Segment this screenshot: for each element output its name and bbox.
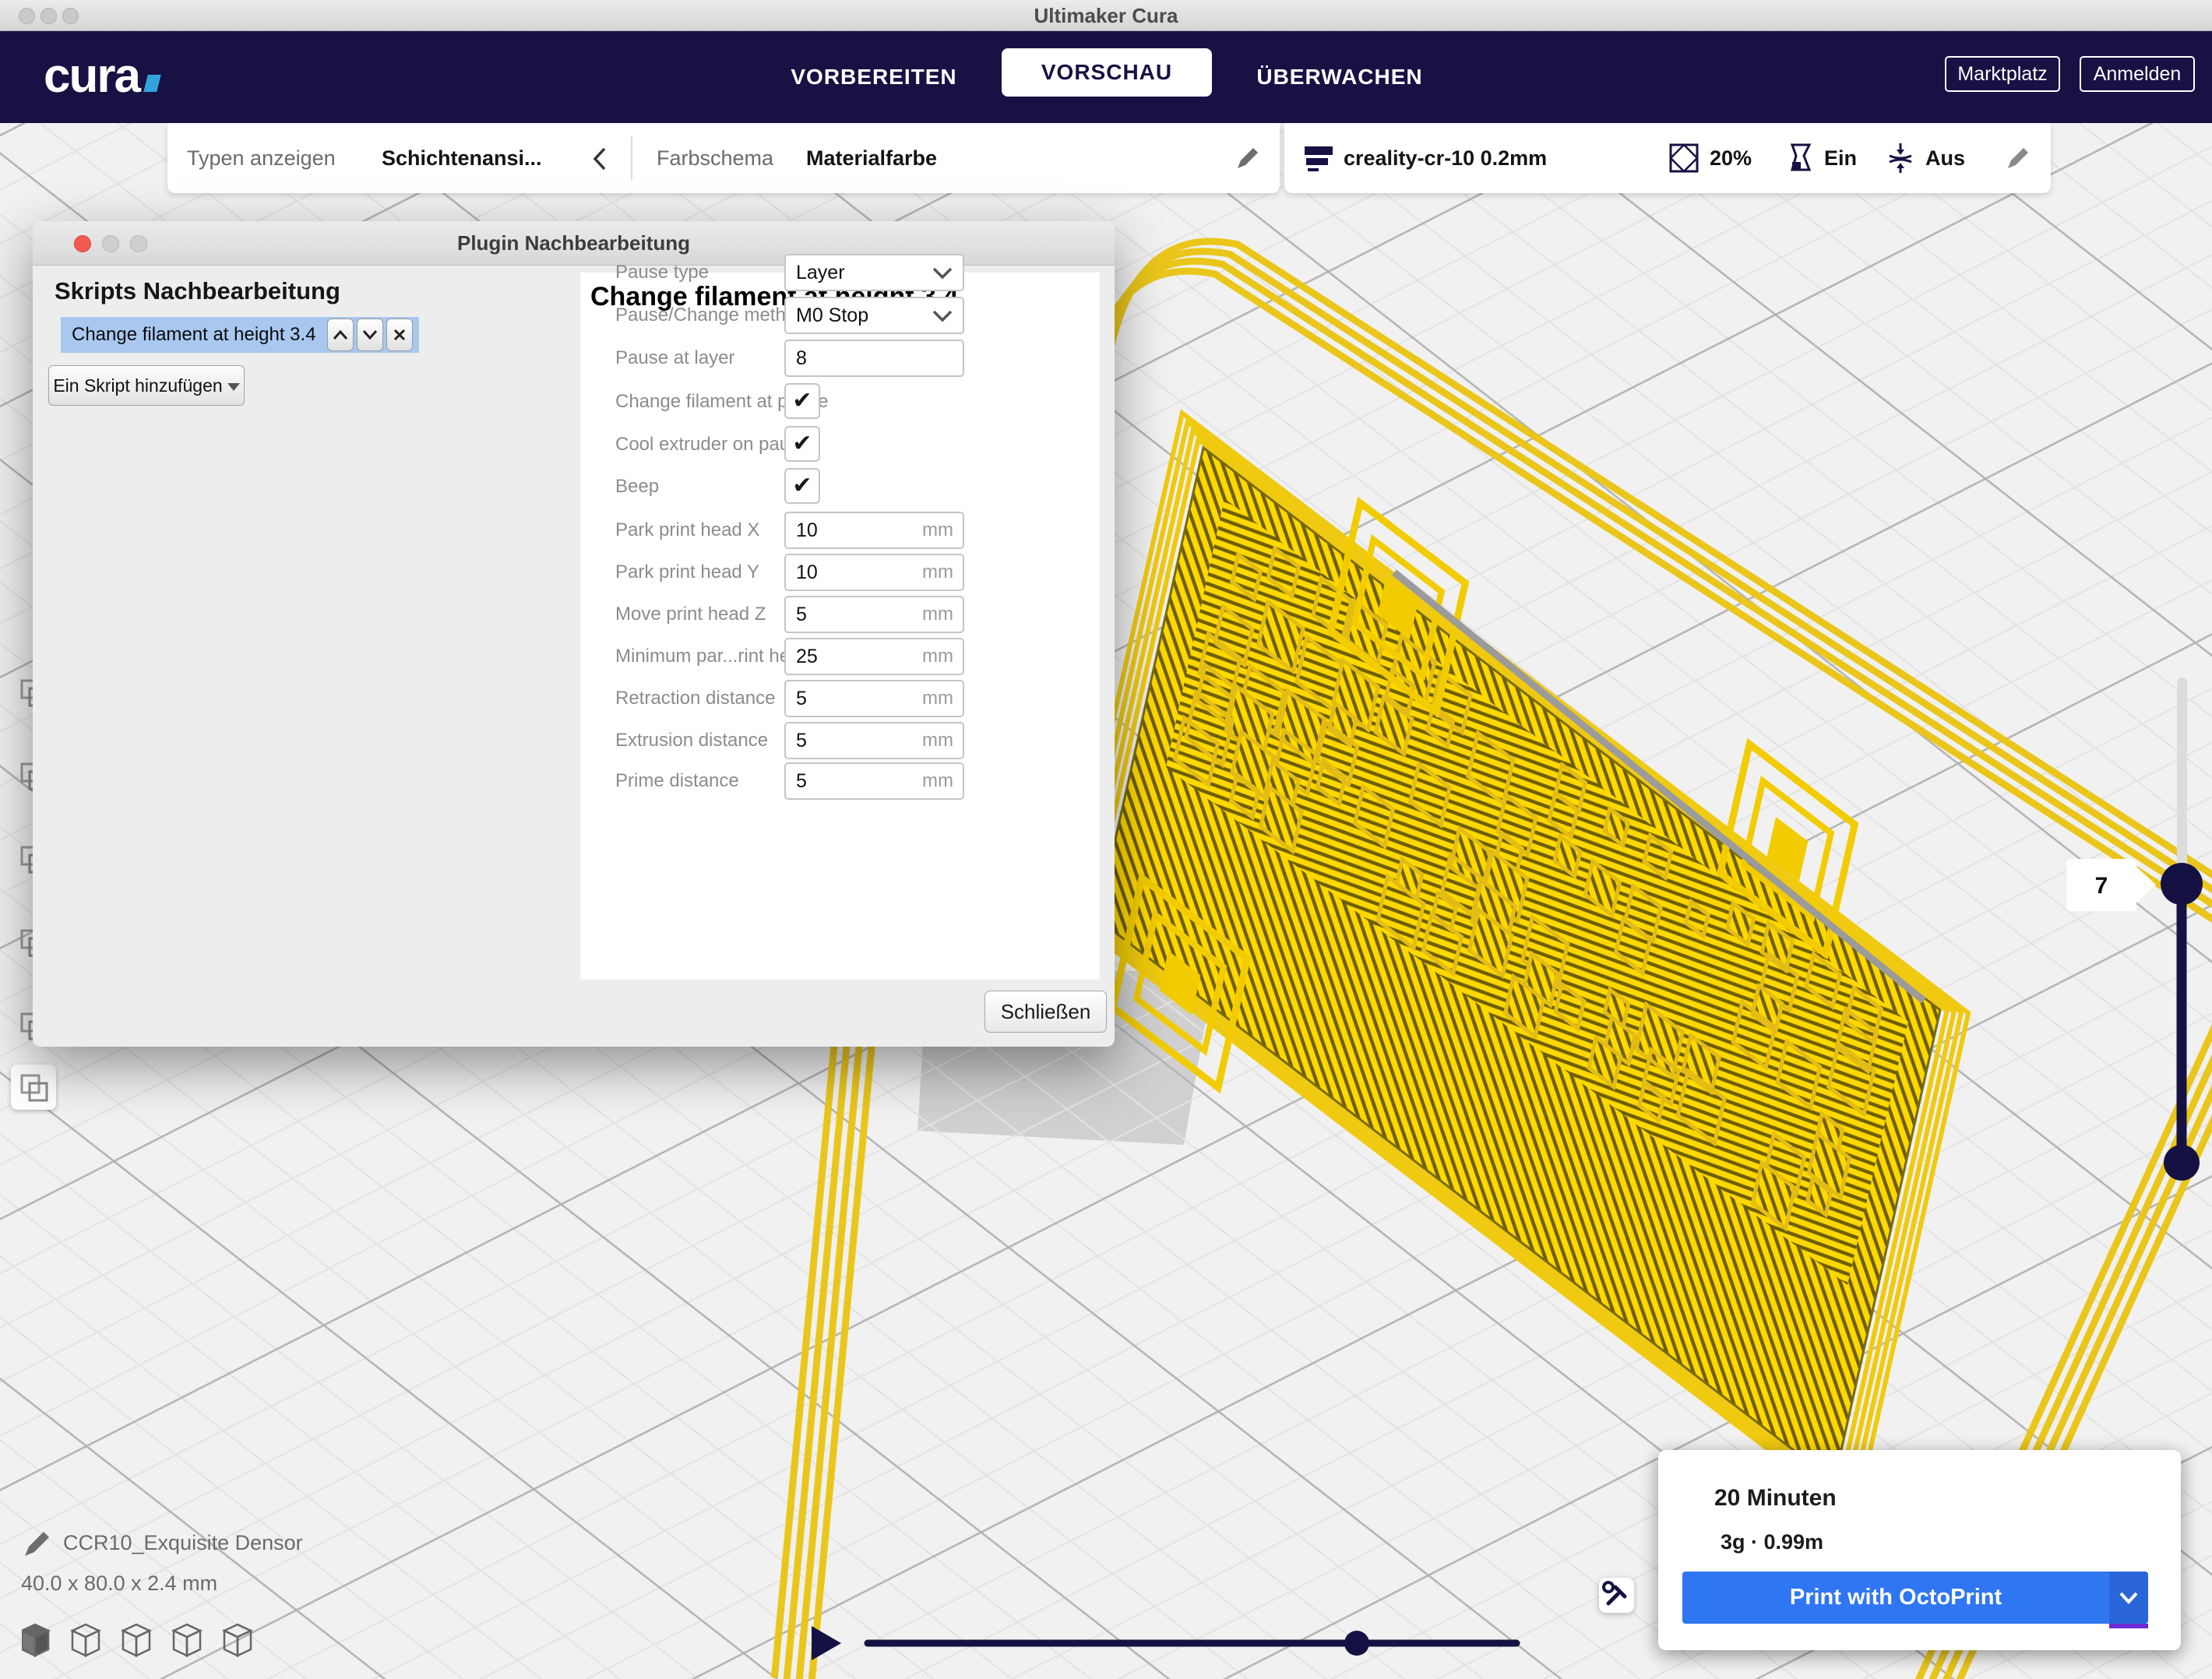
setting-row: Park print head X 10mm <box>580 512 1100 549</box>
object-name[interactable]: CCR10_Exquisite Densor <box>63 1531 303 1555</box>
view-type-value[interactable]: Schichtenansi... <box>382 123 542 193</box>
selected-script-row[interactable]: Change filament at height 3.4 <box>61 317 419 353</box>
setting-row: Prime distance 5mm <box>580 762 1100 800</box>
setting-label: Pause at layer <box>615 340 734 377</box>
setting-row: Retraction distance5mm <box>580 680 1100 717</box>
scripts-heading: Skripts Nachbearbeitung <box>55 277 340 305</box>
edit-pencil-icon[interactable] <box>1235 145 1261 171</box>
setting-label: Extrusion distance <box>615 722 768 759</box>
printer-profile[interactable]: creality-cr-10 0.2mm <box>1344 123 1547 193</box>
setting-row: Beep ✔ <box>580 468 1100 505</box>
setting-label: Pause type <box>615 254 709 291</box>
script-settings-panel: Change filament at height 3.4 Pause type… <box>580 273 1100 980</box>
setting-dropdown[interactable]: Layer <box>784 254 964 291</box>
setting-row: Minimum par...rint head Z25mm <box>580 638 1100 675</box>
move-script-up-button[interactable] <box>327 319 354 351</box>
app-header: cura VORBEREITEN VORSCHAU ÜBERWACHEN Markt… <box>0 31 2212 123</box>
tab-vorbereiten[interactable]: VORBEREITEN <box>787 31 961 123</box>
view-type-label: Typen anzeigen <box>187 123 336 193</box>
caret-down-icon <box>227 383 240 391</box>
setting-row: Cool extruder on pause✔ <box>580 426 1100 463</box>
selected-script-label: Change filament at height 3.4 <box>72 317 316 353</box>
support-icon <box>1786 143 1814 173</box>
setting-row: Move print head Z 5mm <box>580 596 1100 633</box>
layer-slider-bottom-handle[interactable] <box>2164 1145 2200 1181</box>
view-settings-toolbar: Typen anzeigen Schichtenansi... Farbsche… <box>167 123 1280 193</box>
setting-input[interactable]: 5mm <box>784 596 964 633</box>
setting-label: Park print head X <box>615 512 759 549</box>
window-title: Ultimaker Cura <box>0 0 2212 31</box>
setting-row: Pause type Layer <box>580 254 1100 291</box>
camera-view-icons[interactable] <box>22 1620 302 1663</box>
setting-input[interactable]: 5mm <box>784 762 964 800</box>
add-script-button[interactable]: Ein Skript hinzufügen <box>48 365 245 406</box>
infill-value[interactable]: 20% <box>1710 123 1752 193</box>
post-processing-dialog: Plugin Nachbearbeitung Skripts Nachbearb… <box>33 221 1115 1047</box>
cura-logo: cura <box>44 48 159 104</box>
print-time: 20 Minuten <box>1714 1485 1837 1512</box>
color-scheme-value[interactable]: Materialfarbe <box>806 123 937 193</box>
wrench-icon <box>1599 1578 1634 1613</box>
rename-pencil-icon[interactable] <box>22 1528 56 1559</box>
setting-dropdown[interactable]: M0 Stop <box>784 297 964 334</box>
print-button-label: Print with OctoPrint <box>1682 1572 2109 1624</box>
setting-row: Change filament at pause✔ <box>580 383 1100 421</box>
setting-label: Prime distance <box>615 762 739 800</box>
marketplace-button[interactable]: Marktplatz <box>1945 56 2060 92</box>
setting-row: Pause at layer 8 <box>580 340 1100 377</box>
setting-checkbox[interactable]: ✔ <box>784 383 820 419</box>
setting-row: Park print head Y 10mm <box>580 554 1100 591</box>
setting-checkbox[interactable]: ✔ <box>784 426 820 462</box>
color-scheme-label: Farbschema <box>657 123 773 193</box>
tool-support-blocker-button[interactable] <box>11 1065 56 1110</box>
setting-row: Extrusion distance 5mm <box>580 722 1100 759</box>
setting-label: Park print head Y <box>615 554 759 591</box>
adhesion-icon <box>1886 142 1914 174</box>
setting-input[interactable]: 5mm <box>784 680 964 717</box>
print-settings-tool-button[interactable] <box>1599 1578 1634 1613</box>
setting-label: Cool extruder on pause <box>615 426 810 463</box>
chevron-left-icon[interactable] <box>592 146 608 171</box>
setting-checkbox[interactable]: ✔ <box>784 468 820 504</box>
adhesion-value[interactable]: Aus <box>1925 123 1965 193</box>
print-options-dropdown[interactable] <box>2109 1572 2148 1624</box>
cura-logo-dot <box>143 75 160 92</box>
layer-slider-handle[interactable] <box>2161 863 2203 905</box>
print-with-octoprint-button[interactable]: Print with OctoPrint <box>1682 1572 2148 1624</box>
chevron-down-icon <box>932 309 953 323</box>
setting-input[interactable]: 10mm <box>784 512 964 549</box>
setting-input[interactable]: 5mm <box>784 722 964 759</box>
material-usage: 3g · 0.99m <box>1721 1530 1823 1554</box>
setting-row: Pause/Change methodM0 Stop <box>580 297 1100 334</box>
chevron-down-icon <box>932 266 953 280</box>
macos-titlebar: Ultimaker Cura <box>0 0 2212 31</box>
printer-settings-toolbar: creality-cr-10 0.2mm 20% Ein Aus <box>1284 123 2051 193</box>
setting-label: Pause/Change method <box>615 297 807 334</box>
setting-label: Beep <box>615 468 659 505</box>
remove-script-button[interactable] <box>386 319 413 351</box>
close-dialog-button[interactable]: Schließen <box>984 991 1107 1033</box>
printer-icon <box>1303 143 1334 174</box>
setting-input[interactable]: 25mm <box>784 638 964 675</box>
setting-label: Move print head Z <box>615 596 766 633</box>
playbar-handle[interactable] <box>1344 1631 1369 1656</box>
support-value[interactable]: Ein <box>1824 123 1857 193</box>
infill-icon <box>1669 143 1699 173</box>
setting-label: Retraction distance <box>615 680 775 717</box>
tab-überwachen[interactable]: ÜBERWACHEN <box>1252 31 1427 123</box>
edit-printer-pencil-icon[interactable] <box>2005 145 2031 171</box>
setting-input[interactable]: 8 <box>784 340 964 377</box>
setting-input[interactable]: 10mm <box>784 554 964 591</box>
signin-button[interactable]: Anmelden <box>2080 56 2195 92</box>
object-dimensions: 40.0 x 80.0 x 2.4 mm <box>21 1572 217 1596</box>
layer-slider-track[interactable] <box>2177 678 2187 888</box>
tab-vorschau[interactable]: VORSCHAU <box>1002 48 1212 97</box>
move-script-down-button[interactable] <box>357 319 383 351</box>
current-layer-number: 7 <box>2095 873 2108 899</box>
